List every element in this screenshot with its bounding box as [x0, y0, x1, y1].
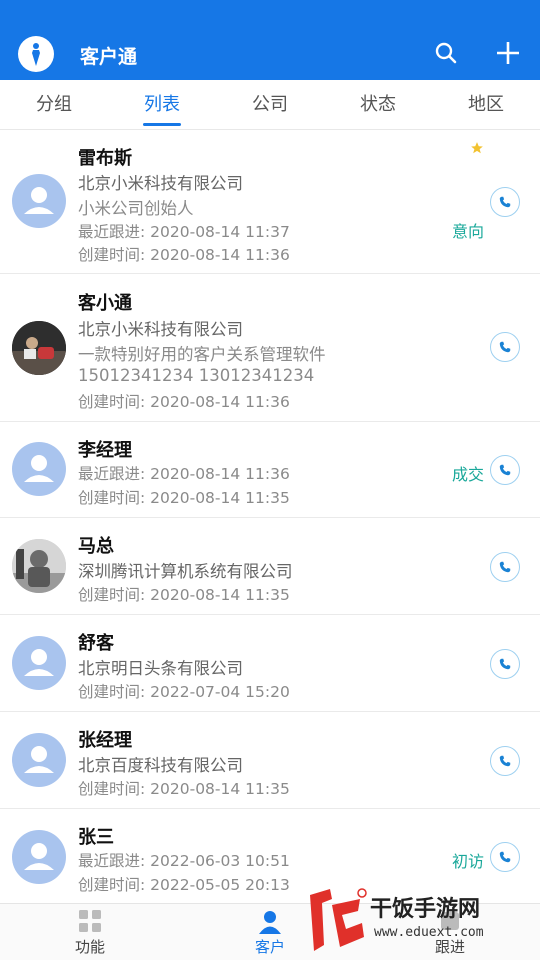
- customer-row[interactable]: 舒客 北京明日头条有限公司 创建时间: 2022-07-04 15:20: [0, 615, 540, 712]
- grid-icon: [78, 909, 102, 937]
- phone-call-button[interactable]: [490, 746, 520, 776]
- app-logo-icon: [18, 36, 54, 72]
- created-time: 创建时间: 2022-07-04 15:20: [78, 683, 290, 701]
- customer-note: 一款特别好用的客户关系管理软件: [78, 345, 326, 364]
- customer-name: 舒客: [78, 633, 114, 654]
- star-icon: [470, 140, 484, 159]
- nav-functions-label: 功能: [74, 938, 105, 956]
- status-badge: 成交: [451, 465, 484, 484]
- watermark: 干饭手游网 www.eduext.com: [300, 885, 540, 960]
- tab-company[interactable]: 公司: [216, 80, 324, 129]
- last-followup: 最近跟进: 2022-06-03 10:51: [78, 852, 290, 870]
- created-time: 创建时间: 2020-08-14 11:36: [78, 393, 290, 411]
- top-bar: 客户通: [0, 0, 540, 80]
- customer-row[interactable]: 客小通 北京小米科技有限公司 一款特别好用的客户关系管理软件 150123412…: [0, 274, 540, 422]
- customer-row[interactable]: 李经理 最近跟进: 2020-08-14 11:36 创建时间: 2020-08…: [0, 422, 540, 518]
- status-badge: 意向: [451, 222, 484, 241]
- phone-call-button[interactable]: [490, 842, 520, 872]
- phone-call-button[interactable]: [490, 455, 520, 485]
- phone-icon: [499, 196, 511, 208]
- tab-region[interactable]: 地区: [432, 80, 540, 129]
- avatar: [12, 830, 66, 884]
- customer-name: 马总: [78, 536, 114, 557]
- customer-row[interactable]: 雷布斯 北京小米科技有限公司 小米公司创始人 最近跟进: 2020-08-14 …: [0, 130, 540, 274]
- avatar-photo: [12, 321, 66, 375]
- phone-call-button[interactable]: [490, 187, 520, 217]
- watermark-logo-icon: [310, 888, 367, 951]
- phone-icon: [499, 851, 511, 863]
- customer-note: 小米公司创始人: [78, 199, 194, 218]
- avatar-photo: [12, 539, 66, 593]
- last-followup: 最近跟进: 2020-08-14 11:37: [78, 223, 290, 241]
- search-icon[interactable]: [431, 38, 461, 68]
- person-icon: [257, 909, 283, 939]
- status-badge: 初访: [451, 852, 484, 871]
- created-time: 创建时间: 2020-08-14 11:35: [78, 780, 290, 798]
- customer-name: 雷布斯: [78, 148, 132, 169]
- nav-functions[interactable]: 功能: [45, 904, 135, 960]
- phone-call-button[interactable]: [490, 332, 520, 362]
- app-root: 客户通 分组 列表 公司 状态 地区 雷布斯 北京小米科技有限公司 小米公司创始…: [0, 0, 540, 960]
- customer-name: 张经理: [78, 730, 132, 751]
- phone-icon: [499, 341, 511, 353]
- avatar: [12, 733, 66, 787]
- avatar: [12, 174, 66, 228]
- watermark-url: www.eduext.com: [374, 925, 484, 940]
- tab-list[interactable]: 列表: [108, 80, 216, 129]
- phone-icon: [499, 464, 511, 476]
- tab-bar: 分组 列表 公司 状态 地区: [0, 80, 540, 130]
- created-time: 创建时间: 2020-08-14 11:35: [78, 586, 290, 604]
- customer-company: 北京明日头条有限公司: [78, 659, 243, 678]
- customer-row[interactable]: 马总 深圳腾讯计算机系统有限公司 创建时间: 2020-08-14 11:35: [0, 518, 540, 615]
- customer-list: 雷布斯 北京小米科技有限公司 小米公司创始人 最近跟进: 2020-08-14 …: [0, 130, 540, 905]
- customer-company: 深圳腾讯计算机系统有限公司: [78, 562, 293, 581]
- customer-company: 北京小米科技有限公司: [78, 174, 243, 193]
- created-time: 创建时间: 2022-05-05 20:13: [78, 876, 290, 894]
- customer-name: 李经理: [78, 440, 132, 461]
- phone-call-button[interactable]: [490, 552, 520, 582]
- phone-icon: [499, 755, 511, 767]
- customer-company: 北京百度科技有限公司: [78, 756, 243, 775]
- created-time: 创建时间: 2020-08-14 11:36: [78, 246, 290, 264]
- created-time: 创建时间: 2020-08-14 11:35: [78, 489, 290, 507]
- tab-status[interactable]: 状态: [324, 80, 432, 129]
- phone-icon: [499, 561, 511, 573]
- customer-row[interactable]: 张经理 北京百度科技有限公司 创建时间: 2020-08-14 11:35: [0, 712, 540, 809]
- last-followup: 最近跟进: 2020-08-14 11:36: [78, 465, 290, 483]
- app-title: 客户通: [80, 46, 138, 68]
- add-icon[interactable]: [493, 38, 523, 68]
- customer-company: 北京小米科技有限公司: [78, 320, 243, 339]
- avatar: [12, 442, 66, 496]
- phone-call-button[interactable]: [490, 649, 520, 679]
- customer-name: 客小通: [78, 293, 132, 314]
- customer-phones: 15012341234 13012341234: [78, 366, 315, 385]
- tab-group[interactable]: 分组: [0, 80, 108, 129]
- watermark-text: 干饭手游网: [370, 897, 481, 922]
- customer-name: 张三: [78, 827, 114, 848]
- phone-icon: [499, 658, 511, 670]
- avatar: [12, 636, 66, 690]
